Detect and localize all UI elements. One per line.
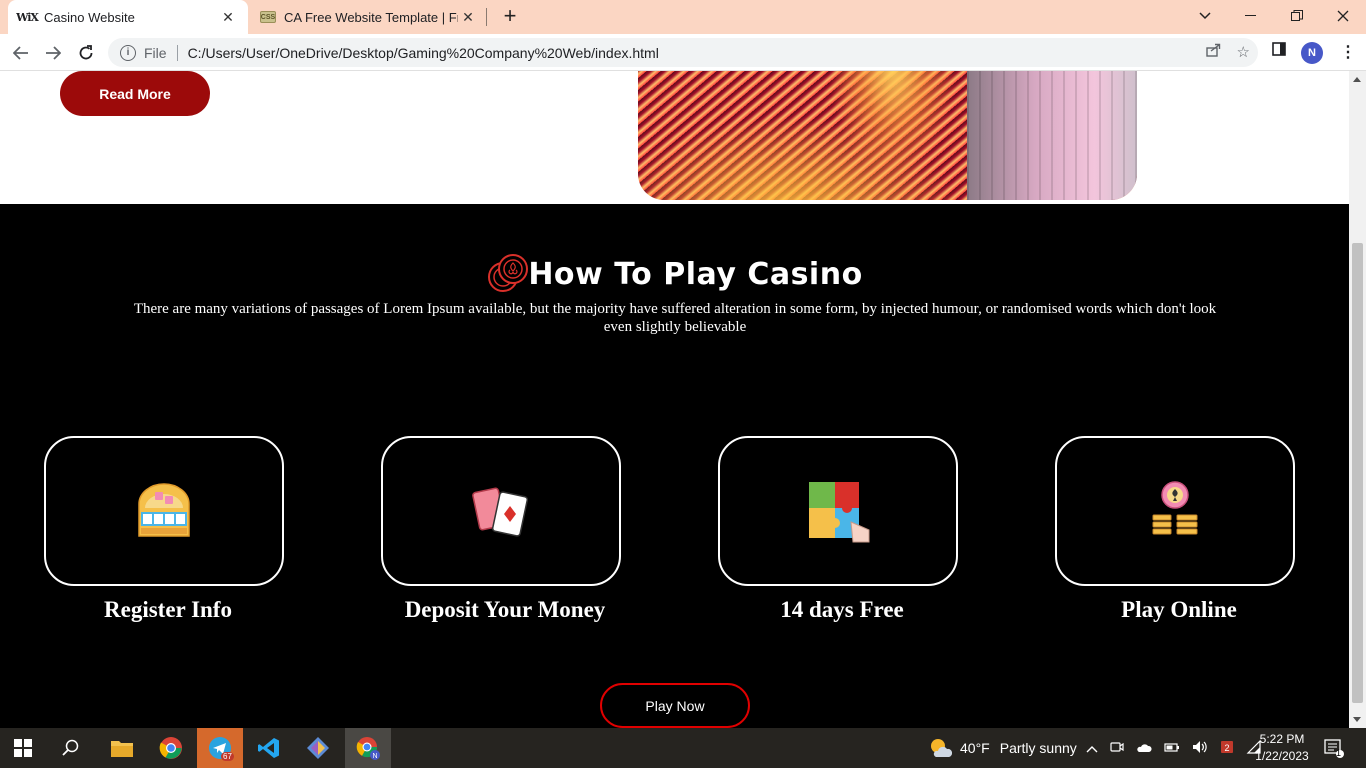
volume-icon[interactable] [1192,740,1208,757]
search-icon[interactable] [48,728,94,768]
omnibox-divider [176,44,178,61]
page-title: How To Play Casino [528,256,863,292]
browser-toolbar: i File C:/Users/User/OneDrive/Desktop/Ga… [0,34,1366,71]
svg-text:2: 2 [1224,743,1229,753]
wix-favicon-icon: WiX [16,10,39,24]
browser-tab-strip: WiX Casino Website ✕ CSS CA Free Website… [0,0,1366,34]
play-now-button[interactable]: Play Now [600,683,750,728]
url-scheme: File [144,44,167,61]
poker-chips-icon [1152,481,1198,535]
tab-divider [486,8,487,26]
neon-palm-lights [818,71,968,200]
system-tray: 2 [1086,728,1262,768]
scroll-down-arrow-icon[interactable] [1353,717,1361,722]
step-label: Register Info [104,597,232,622]
svg-text:N: N [372,753,377,760]
address-bar[interactable]: i File C:/Users/User/OneDrive/Desktop/Ga… [108,38,1258,67]
step-card-play-online[interactable] [1055,436,1295,586]
step-card-free-days[interactable] [718,436,958,586]
tab-close-icon[interactable]: ✕ [458,9,478,26]
css-favicon-icon: CSS [260,11,276,23]
tab-title: CA Free Website Template | Free [284,9,458,25]
chevron-up-icon[interactable] [1086,741,1098,756]
battery-icon[interactable] [1164,741,1180,756]
slot-machine-icon [138,483,190,537]
step-label: Deposit Your Money [404,597,606,622]
close-window-icon[interactable] [1320,0,1366,32]
share-icon[interactable] [1205,43,1221,61]
bookmark-star-icon[interactable]: ☆ [1237,43,1250,61]
telegram-icon[interactable]: 67 [197,728,243,768]
how-to-play-section: How To Play Casino There are many variat… [0,204,1349,728]
step-label: 14 days Free [780,597,904,622]
scrollbar-thumb[interactable] [1352,243,1363,703]
file-explorer-icon[interactable] [99,728,145,768]
step-card-register[interactable] [44,436,284,586]
step-card-deposit[interactable] [381,436,621,586]
tab-search-chevron-icon[interactable] [1182,0,1228,32]
tab-title: Casino Website [44,9,135,25]
tab-casino-website[interactable]: WiX Casino Website ✕ [8,0,248,34]
casino-chip-icon [488,254,529,292]
clock-date: 1/22/2023 [1255,749,1309,763]
minimize-icon[interactable] [1228,0,1274,32]
puzzle-icon [809,482,870,543]
scroll-up-arrow-icon[interactable] [1353,77,1361,82]
site-info-icon[interactable]: i [120,44,136,61]
weather-temp: 40°F [960,740,990,756]
clock-time: 5:22 PM [1259,732,1305,746]
section-description: There are many variations of passages of… [133,301,1217,335]
telegram-badge: 67 [221,752,234,761]
side-panel-icon[interactable] [1272,42,1286,61]
casino-neon-image [638,71,1137,200]
restore-icon[interactable] [1274,0,1320,32]
windows-taskbar: 67 N 40°F Partly sunny 2 5:22 PM 1/22/20… [0,728,1366,768]
git-tool-icon[interactable] [295,728,341,768]
read-more-button[interactable]: Read More [60,71,210,116]
onedrive-cloud-icon[interactable] [1136,741,1152,756]
url-text[interactable]: C:/Users/User/OneDrive/Desktop/Gaming%20… [188,45,659,61]
reload-icon[interactable] [73,40,99,66]
page-viewport: Read More How To Play Casino There are m… [0,71,1349,728]
tab-close-icon[interactable]: ✕ [218,9,238,26]
playing-cards-icon [472,487,529,537]
vscode-icon[interactable] [246,728,292,768]
notification-count: 1 [1336,748,1342,758]
system-clock[interactable]: 5:22 PM 1/22/2023 [1252,731,1312,765]
chrome-icon[interactable] [148,728,194,768]
weather-condition: Partly sunny [999,740,1077,756]
page-scrollbar[interactable] [1349,71,1366,728]
windows-start-icon[interactable] [0,728,46,768]
back-arrow-icon[interactable] [8,40,34,66]
step-label: Play Online [1121,597,1237,622]
section-heading: How To Play Casino [0,252,1349,296]
forward-arrow-icon[interactable] [40,40,66,66]
new-tab-plus-icon[interactable]: + [498,4,522,28]
partly-sunny-icon [931,739,952,757]
menu-kebab-icon[interactable]: ⋮ [1340,42,1356,62]
meet-now-icon[interactable] [1110,740,1124,757]
chrome-profile-icon[interactable]: N [345,728,391,768]
tab-template[interactable]: CSS CA Free Website Template | Free ✕ [252,0,486,34]
profile-avatar[interactable]: N [1301,42,1323,64]
language-icon[interactable]: 2 [1220,740,1234,757]
notifications-icon[interactable]: 1 [1324,728,1344,768]
building-facade [967,71,1137,200]
weather-widget[interactable]: 40°F Partly sunny [928,728,1077,768]
